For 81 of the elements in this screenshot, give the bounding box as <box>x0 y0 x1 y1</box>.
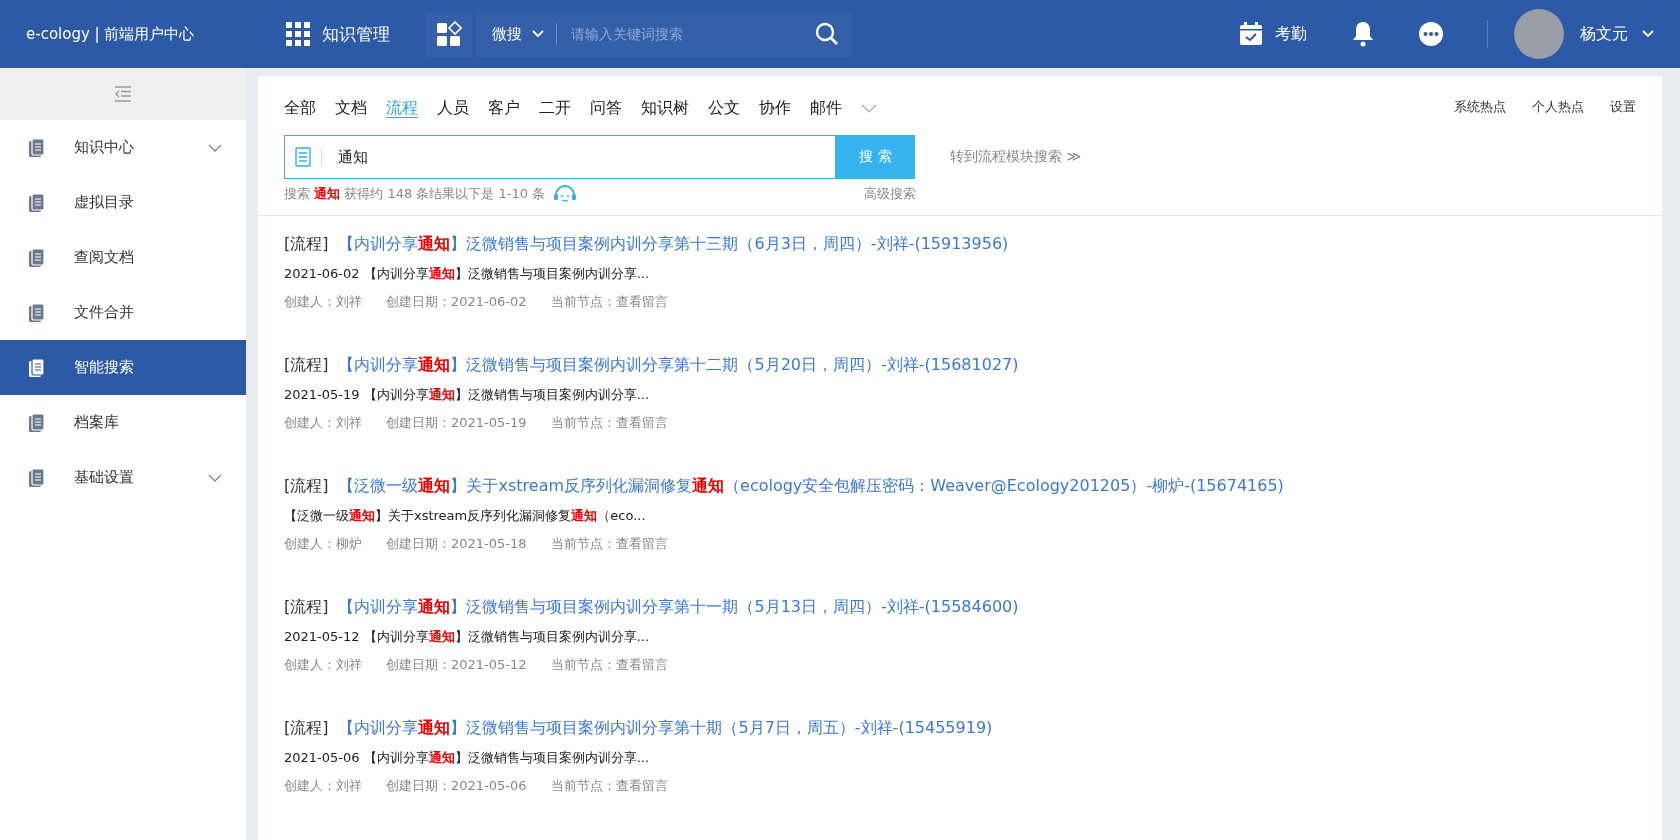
sidebar-item[interactable]: 文件合并 <box>0 285 246 340</box>
document-icon <box>295 147 311 167</box>
calendar-check-icon <box>1239 22 1263 46</box>
chevron-down-icon <box>532 30 544 38</box>
result-title-link[interactable]: 【内训分享通知】泛微销售与项目案例内训分享第十期（5月7日，周五）-刘祥-(15455919) <box>338 718 993 739</box>
document-icon <box>28 137 46 158</box>
category-tab[interactable]: 全部 <box>284 98 316 119</box>
sidebar-item[interactable]: 知识中心 <box>0 120 246 175</box>
apps-icon <box>436 21 462 47</box>
category-tab[interactable]: 协作 <box>759 98 791 119</box>
chevron-down-icon <box>208 143 222 152</box>
result-tag: [流程] <box>284 597 329 618</box>
sidebar-item[interactable]: 智能搜索 <box>0 340 246 395</box>
creator-label: 创建人：柳炉 <box>284 535 362 553</box>
created-date-label: 创建日期：2021-06-02 <box>386 293 527 311</box>
result-snippet: 2021-05-12 【内训分享通知】泛微销售与项目案例内训分享... <box>284 628 651 646</box>
document-icon <box>28 357 46 378</box>
category-tab[interactable]: 二开 <box>539 98 571 119</box>
module-menu-button[interactable]: 知识管理 <box>286 22 390 46</box>
grid-icon <box>286 22 310 46</box>
top-link[interactable]: 系统热点 <box>1454 98 1506 119</box>
document-icon <box>28 467 46 488</box>
result-tag: [流程] <box>284 476 329 497</box>
category-tab[interactable]: 客户 <box>488 98 520 119</box>
module-search-link[interactable]: 转到流程模块搜索 ≫ <box>950 148 1082 166</box>
category-tab[interactable]: 文档 <box>335 98 367 119</box>
document-icon <box>28 247 46 268</box>
chevron-down-icon <box>1642 30 1654 38</box>
current-node-label: 当前节点：查看留言 <box>550 293 668 311</box>
sidebar-item[interactable]: 虚拟目录 <box>0 175 246 230</box>
result-snippet: 【泛微一级通知】关于xstream反序列化漏洞修复通知（eco... <box>284 507 647 525</box>
result-title-link[interactable]: 【内训分享通知】泛微销售与项目案例内训分享第十一期（5月13日，周四）-刘祥-(15584600) <box>338 597 1019 618</box>
document-icon <box>28 302 46 323</box>
top-link[interactable]: 个人热点 <box>1532 98 1584 119</box>
current-node-label: 当前节点：查看留言 <box>550 777 668 795</box>
result-summary: 搜索 通知 获得约 148 条结果以下是 1-10 条 <box>284 185 546 203</box>
category-tab[interactable]: 人员 <box>437 98 469 119</box>
apps-button[interactable] <box>426 11 472 57</box>
bell-icon[interactable] <box>1351 21 1375 47</box>
chevron-down-icon <box>208 473 222 482</box>
category-tab[interactable]: 邮件 <box>810 98 842 119</box>
creator-label: 创建人：刘祥 <box>284 777 362 795</box>
sidebar-item[interactable]: 查阅文档 <box>0 230 246 285</box>
search-scope-dropdown[interactable]: 微搜 <box>492 24 544 44</box>
top-link[interactable]: 设置 <box>1610 98 1636 119</box>
current-node-label: 当前节点：查看留言 <box>550 656 668 674</box>
sidebar-item[interactable]: 基础设置 <box>0 450 246 505</box>
result-snippet: 2021-05-19 【内训分享通知】泛微销售与项目案例内训分享... <box>284 386 651 404</box>
brand-title: e-cology | 前端用户中心 <box>26 24 196 44</box>
creator-label: 创建人：刘祥 <box>284 414 362 432</box>
category-tab[interactable]: 问答 <box>590 98 622 119</box>
document-icon <box>28 412 46 433</box>
created-date-label: 创建日期：2021-05-12 <box>386 656 527 674</box>
attendance-button[interactable]: 考勤 <box>1239 22 1307 46</box>
result-snippet: 2021-05-06 【内训分享通知】泛微销售与项目案例内训分享... <box>284 749 651 767</box>
document-icon <box>28 192 46 213</box>
creator-label: 创建人：刘祥 <box>284 656 362 674</box>
result-title-link[interactable]: 【内训分享通知】泛微销售与项目案例内训分享第十二期（5月20日，周四）-刘祥-(15681027) <box>338 355 1019 376</box>
result-tag: [流程] <box>284 234 329 255</box>
result-title-link[interactable]: 【内训分享通知】泛微销售与项目案例内训分享第十三期（6月3日，周四）-刘祥-(15913956) <box>338 234 1009 255</box>
search-icon[interactable] <box>815 22 839 46</box>
user-menu-button[interactable]: 杨文元 <box>1580 23 1654 45</box>
created-date-label: 创建日期：2021-05-19 <box>386 414 527 432</box>
result-title-link[interactable]: 【泛微一级通知】关于xstream反序列化漏洞修复通知（ecology安全包解压密码：Weaver@Ecology201205）-柳炉-(15674165) <box>338 476 1284 497</box>
more-icon[interactable] <box>1419 22 1443 46</box>
created-date-label: 创建日期：2021-05-18 <box>386 535 527 553</box>
result-tag: [流程] <box>284 718 329 739</box>
result-snippet: 2021-06-02 【内训分享通知】泛微销售与项目案例内训分享... <box>284 265 651 283</box>
created-date-label: 创建日期：2021-05-06 <box>386 777 527 795</box>
creator-label: 创建人：刘祥 <box>284 293 362 311</box>
global-search-field[interactable]: 微搜 请输入关键词搜索 <box>476 11 851 57</box>
result-tag: [流程] <box>284 355 329 376</box>
current-node-label: 当前节点：查看留言 <box>550 414 668 432</box>
advanced-search-link[interactable]: 高级搜索 <box>864 185 916 203</box>
avatar[interactable] <box>1514 9 1564 59</box>
sidebar-item[interactable]: 档案库 <box>0 395 246 450</box>
search-input[interactable]: 请输入关键词搜索 <box>569 25 815 43</box>
search-field[interactable]: 通知 <box>284 135 836 179</box>
current-node-label: 当前节点：查看留言 <box>550 535 668 553</box>
category-tab[interactable]: 公文 <box>708 98 740 119</box>
category-tab[interactable]: 知识树 <box>641 98 689 119</box>
